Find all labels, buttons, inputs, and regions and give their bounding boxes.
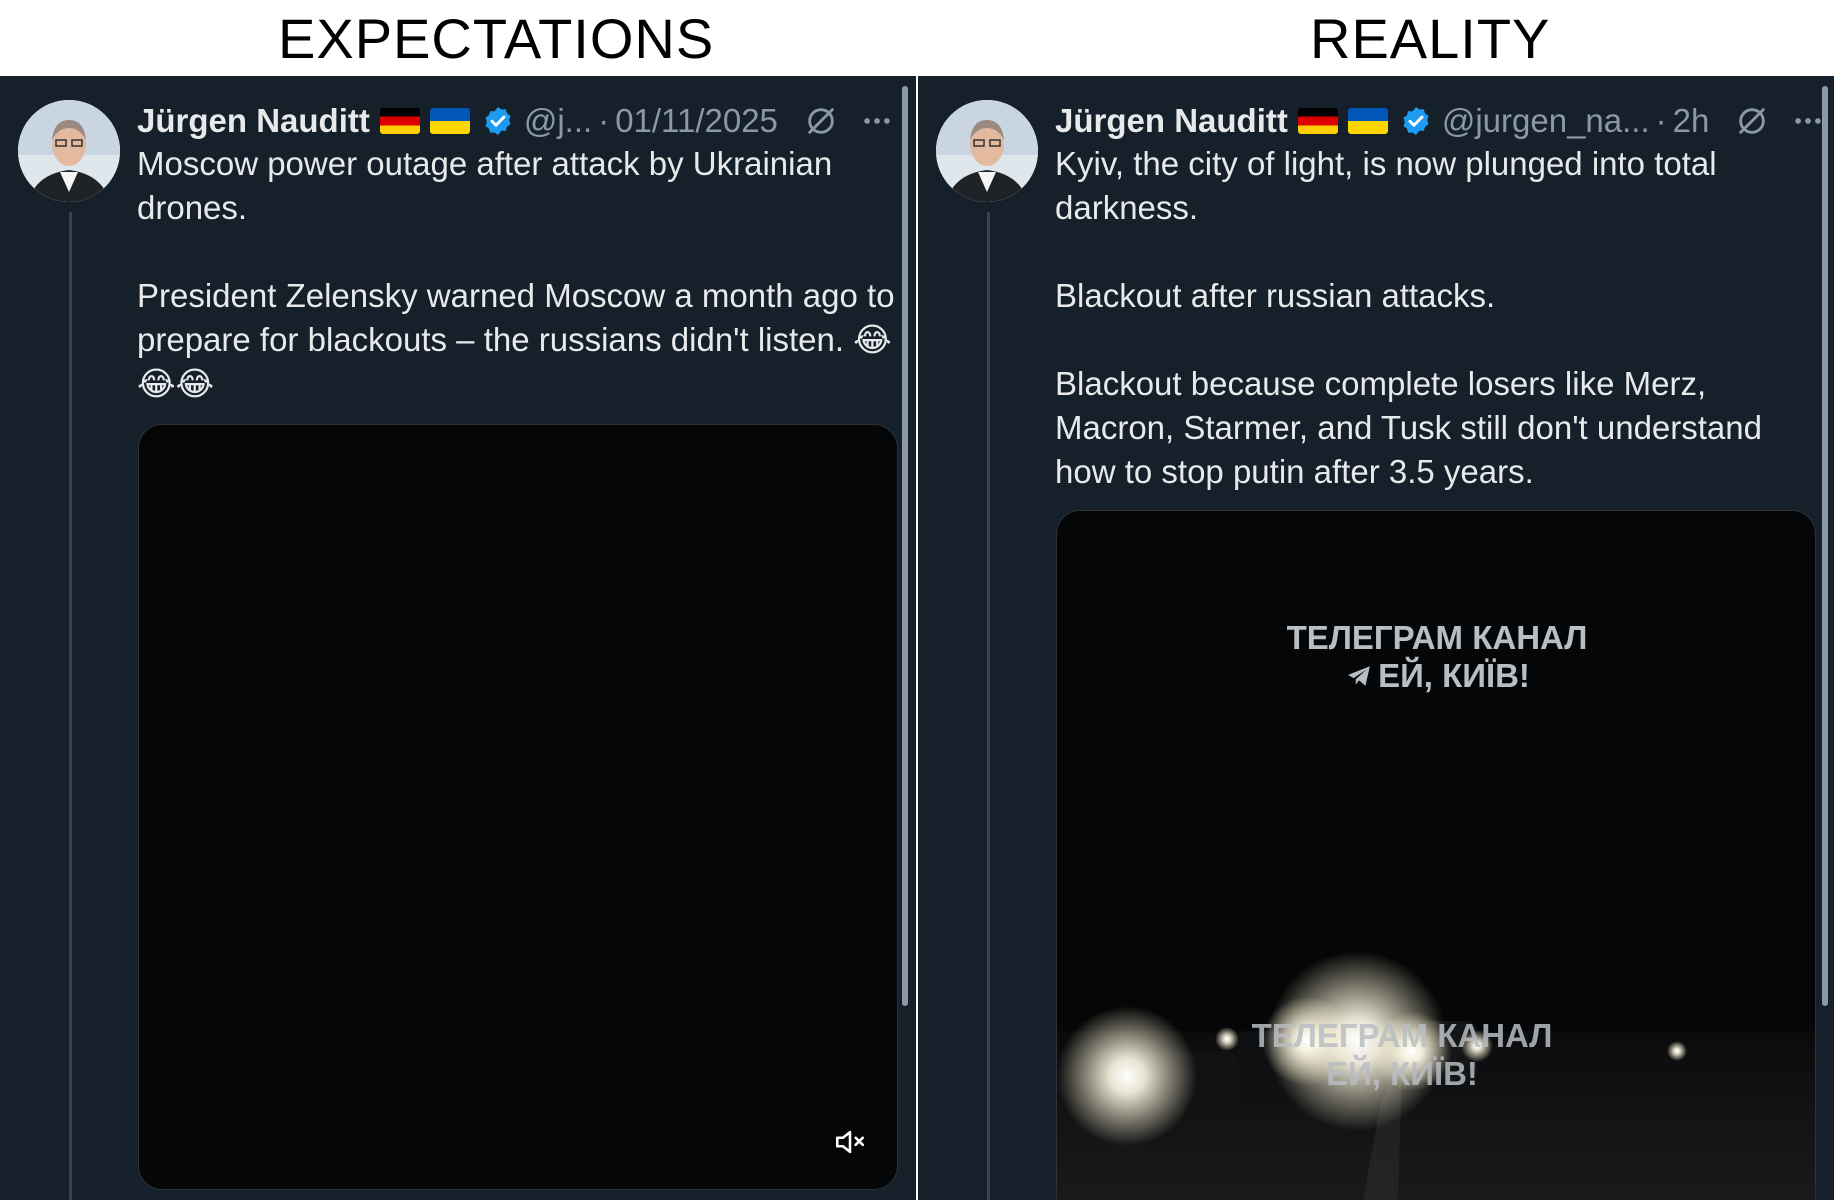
avatar[interactable]: [936, 100, 1038, 202]
handle[interactable]: @jurgen_na...: [1442, 102, 1650, 140]
germany-flag-icon: [379, 108, 420, 134]
expectations-title: EXPECTATIONS: [278, 7, 715, 70]
post-paragraph: Blackout because complete losers like Me…: [1055, 365, 1762, 490]
watermark-top: ТЕЛЕГРАМ КАНАЛ ЕЙ, КИЇВ!: [1277, 619, 1597, 695]
watermark-line: ТЕЛЕГРАМ КАНАЛ: [1286, 619, 1588, 656]
watermark-line: ЕЙ, КИЇВ!: [1326, 1055, 1478, 1092]
verified-badge-icon: [1403, 107, 1429, 135]
video-player[interactable]: [138, 424, 898, 1190]
timestamp[interactable]: 2h: [1673, 102, 1710, 140]
watermark-line: ТЕЛЕГРАМ КАНАЛ: [1251, 1017, 1553, 1054]
right-post-panel: Jürgen Nauditt @jurgen_na... · 2h Kyiv, …: [918, 76, 1834, 1200]
watermark-bottom: ТЕЛЕГРАМ КАНАЛ ЕЙ, КИЇВ!: [1242, 1017, 1562, 1093]
handle[interactable]: @j...: [524, 102, 592, 140]
ukraine-flag-icon: [1347, 108, 1388, 134]
grok-icon[interactable]: [804, 104, 838, 138]
ukraine-flag-icon: [429, 108, 470, 134]
separator: ·: [1655, 102, 1667, 139]
timestamp[interactable]: 01/11/2025: [615, 102, 778, 140]
post-paragraph: Blackout after russian attacks.: [1055, 277, 1496, 314]
more-options-icon[interactable]: [860, 104, 894, 138]
verified-badge-icon: [485, 107, 511, 135]
left-post-panel: Jürgen Nauditt @j... · 01/11/2025 Moscow…: [0, 76, 916, 1200]
watermark-line-row: ЕЙ, КИЇВ!: [1277, 657, 1597, 695]
scrollbar[interactable]: [902, 86, 908, 1006]
watermark-line: ЕЙ, КИЇВ!: [1378, 657, 1530, 694]
thread-line: [69, 212, 72, 1200]
author-name[interactable]: Jürgen Nauditt: [137, 102, 370, 140]
post-text: Kyiv, the city of light, is now plunged …: [1055, 142, 1815, 494]
meme-header: EXPECTATIONS REALITY: [0, 0, 1834, 76]
mute-icon[interactable]: [833, 1125, 867, 1159]
more-options-icon[interactable]: [1791, 104, 1825, 138]
post-header: Jürgen Nauditt @j... · 01/11/2025: [137, 96, 894, 146]
germany-flag-icon: [1297, 108, 1338, 134]
separator: ·: [598, 102, 610, 139]
author-name[interactable]: Jürgen Nauditt: [1055, 102, 1288, 140]
post-paragraph: President Zelensky warned Moscow a month…: [137, 277, 895, 402]
night-street-scene: [1057, 951, 1815, 1200]
video-player[interactable]: ТЕЛЕГРАМ КАНАЛ ЕЙ, КИЇВ! ТЕЛЕГРАМ КАНАЛ …: [1056, 510, 1816, 1200]
grok-icon[interactable]: [1735, 104, 1769, 138]
thread-line: [987, 212, 990, 1200]
telegram-icon: [1348, 666, 1370, 686]
post-text: Moscow power outage after attack by Ukra…: [137, 142, 897, 406]
reality-title: REALITY: [1310, 7, 1551, 70]
avatar[interactable]: [18, 100, 120, 202]
post-paragraph: Kyiv, the city of light, is now plunged …: [1055, 145, 1717, 226]
scrollbar[interactable]: [1822, 86, 1828, 1006]
post-header: Jürgen Nauditt @jurgen_na... · 2h: [1055, 96, 1825, 146]
post-paragraph: Moscow power outage after attack by Ukra…: [137, 145, 833, 226]
